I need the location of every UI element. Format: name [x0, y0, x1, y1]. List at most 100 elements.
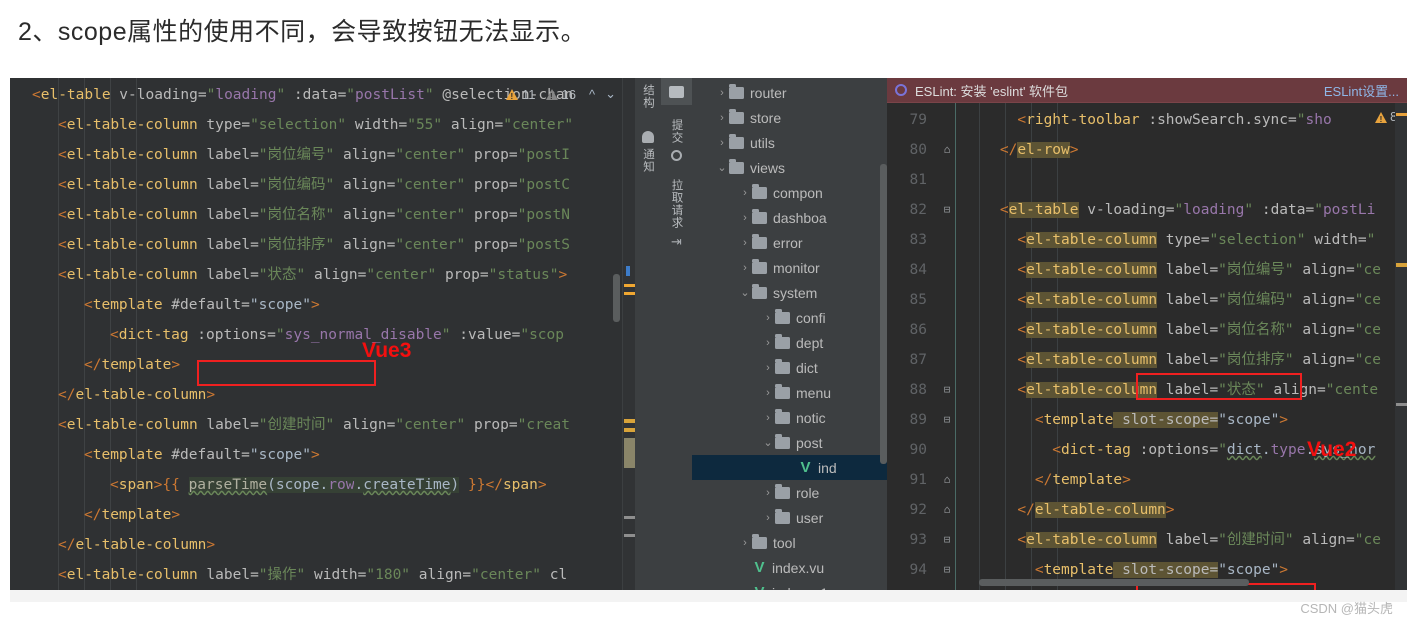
stripe-mark: [624, 534, 635, 537]
eslint-settings-link[interactable]: ESLint设置...: [1324, 81, 1399, 100]
line-number: 86: [909, 322, 927, 338]
code-token: loading: [215, 87, 277, 103]
bell-icon[interactable]: [642, 131, 654, 143]
fold-marker-icon[interactable]: ⊟: [941, 525, 953, 555]
commit-icon[interactable]: [671, 150, 682, 161]
tree-node[interactable]: Vindex_v1: [692, 580, 887, 590]
tree-node[interactable]: ⌄ views: [692, 155, 887, 180]
fold-marker-icon[interactable]: ⌂: [941, 135, 953, 165]
right-code-editor[interactable]: ESLint: 安装 'eslint' 软件包 ESLint设置... 79 <…: [887, 78, 1407, 590]
chevron-right-icon[interactable]: ›: [715, 87, 729, 99]
chevron-right-icon[interactable]: ›: [761, 337, 775, 349]
tool-strip-item-pull-request[interactable]: 拉取请求: [669, 179, 685, 229]
tool-strip-item-notification[interactable]: 通知: [640, 148, 656, 173]
right-error-stripe[interactable]: [1395, 103, 1407, 590]
chevron-right-icon[interactable]: ›: [738, 537, 752, 549]
fold-marker-icon[interactable]: ⊟: [941, 555, 953, 585]
tool-strip-right[interactable]: 提交 拉取请求 ⇥: [661, 78, 692, 590]
fold-marker-icon[interactable]: ⌂: [941, 495, 953, 525]
chevron-right-icon[interactable]: ›: [738, 212, 752, 224]
chevron-right-icon[interactable]: ›: [715, 112, 729, 124]
tree-node[interactable]: › notic: [692, 405, 887, 430]
chevron-right-icon[interactable]: ›: [715, 137, 729, 149]
folder-icon: [775, 433, 790, 449]
tree-node[interactable]: › menu: [692, 380, 887, 405]
right-editor-hscrollbar[interactable]: [979, 579, 1249, 586]
left-code-text[interactable]: <el-table v-loading="loading" :data="pos…: [10, 78, 622, 590]
tree-node[interactable]: ⌄ post: [692, 430, 887, 455]
code-token: sho: [1305, 112, 1332, 128]
tree-node[interactable]: Vindex.vu: [692, 555, 887, 580]
right-code-text[interactable]: 79 <right-toolbar :showSearch.sync="sho 8…: [887, 103, 1407, 590]
pull-request-icon[interactable]: ⇥: [671, 235, 682, 248]
chevron-right-icon[interactable]: ›: [761, 412, 775, 424]
fold-marker-icon[interactable]: ⊟: [941, 195, 953, 225]
left-error-stripe[interactable]: [622, 78, 635, 590]
code-token: "center": [395, 237, 466, 253]
tree-node[interactable]: › monitor: [692, 255, 887, 280]
chevron-down-icon[interactable]: ⌄: [715, 161, 729, 174]
code-line-text: <el-table v-loading="loading" :data="pos…: [965, 195, 1375, 225]
code-token: #default=: [162, 297, 250, 313]
tool-strip-item-structure[interactable]: 结构: [640, 84, 656, 109]
chevron-down-icon[interactable]: ⌄: [738, 286, 752, 299]
tool-strip-left[interactable]: 结构 通知: [635, 78, 661, 590]
code-token: S: [561, 237, 570, 253]
eslint-notification-title: ESLint: 安装 'eslint' 软件包: [915, 83, 1069, 99]
code-token: >: [1279, 412, 1289, 428]
code-token: "center": [471, 567, 541, 583]
code-line: <dict-tag :options="sys_normal_disable" …: [10, 320, 622, 350]
tree-node[interactable]: › router: [692, 80, 887, 105]
project-tree[interactable]: › router › store › utils ⌄ views › compon › dashboa…: [692, 78, 887, 590]
tree-node[interactable]: › dict: [692, 355, 887, 380]
next-problem-icon[interactable]: ⌄: [602, 86, 619, 102]
tool-strip-item-commit[interactable]: 提交: [669, 119, 685, 144]
chevron-right-icon[interactable]: ›: [738, 237, 752, 249]
folder-icon: [775, 333, 790, 349]
chevron-right-icon[interactable]: ›: [738, 262, 752, 274]
code-line-text: <el-table-column type="selection" width=…: [965, 225, 1375, 255]
tree-node[interactable]: › role: [692, 480, 887, 505]
code-token: row: [328, 477, 355, 493]
code-token: <: [965, 562, 1044, 578]
folder-icon: [775, 383, 790, 399]
tree-node[interactable]: › store: [692, 105, 887, 130]
stripe-mark: [624, 516, 635, 519]
tree-node[interactable]: › error: [692, 230, 887, 255]
chevron-right-icon[interactable]: ›: [761, 362, 775, 374]
chevron-down-icon[interactable]: ⌄: [761, 436, 775, 449]
folder-icon: [752, 233, 767, 249]
tree-node[interactable]: ⌄ system: [692, 280, 887, 305]
prev-problem-icon[interactable]: ^: [586, 87, 598, 102]
project-folder-icon[interactable]: [661, 78, 692, 105]
code-token: el-table-column: [75, 537, 207, 553]
tree-node[interactable]: › compon: [692, 180, 887, 205]
fold-marker-icon[interactable]: ⊟: [941, 405, 953, 435]
left-editor-scrollbar[interactable]: [613, 274, 620, 322]
tree-node[interactable]: › confi: [692, 305, 887, 330]
eslint-notification-bar[interactable]: ESLint: 安装 'eslint' 软件包 ESLint设置...: [887, 78, 1407, 103]
tree-node[interactable]: › dept: [692, 330, 887, 355]
chevron-right-icon[interactable]: ›: [738, 187, 752, 199]
code-token: ": [276, 87, 286, 103]
vue-file-icon: V: [800, 459, 811, 476]
tree-node[interactable]: › user: [692, 505, 887, 530]
chevron-right-icon[interactable]: ›: [761, 312, 775, 324]
fold-marker-icon[interactable]: ⌂: [941, 465, 953, 495]
chevron-right-icon[interactable]: ›: [761, 387, 775, 399]
left-code-editor[interactable]: <el-table v-loading="loading" :data="pos…: [10, 78, 635, 590]
fold-marker-icon[interactable]: ⊟: [941, 375, 953, 405]
code-token: type=: [197, 117, 251, 133]
code-token: "creat: [517, 417, 570, 433]
tree-node[interactable]: › dashboa: [692, 205, 887, 230]
chevron-right-icon[interactable]: ›: [761, 512, 775, 524]
code-token: align=: [1293, 262, 1355, 278]
chevron-right-icon[interactable]: ›: [761, 487, 775, 499]
tree-node[interactable]: › utils: [692, 130, 887, 155]
code-line: 91 ⌂ </template>: [887, 465, 1407, 495]
code-token: label=: [197, 147, 259, 163]
project-tree-scrollbar[interactable]: [880, 164, 887, 464]
tree-node-selected[interactable]: Vind: [692, 455, 887, 480]
tree-node[interactable]: › tool: [692, 530, 887, 555]
inspection-widget[interactable]: 11 16 ^ ⌄: [506, 82, 619, 106]
